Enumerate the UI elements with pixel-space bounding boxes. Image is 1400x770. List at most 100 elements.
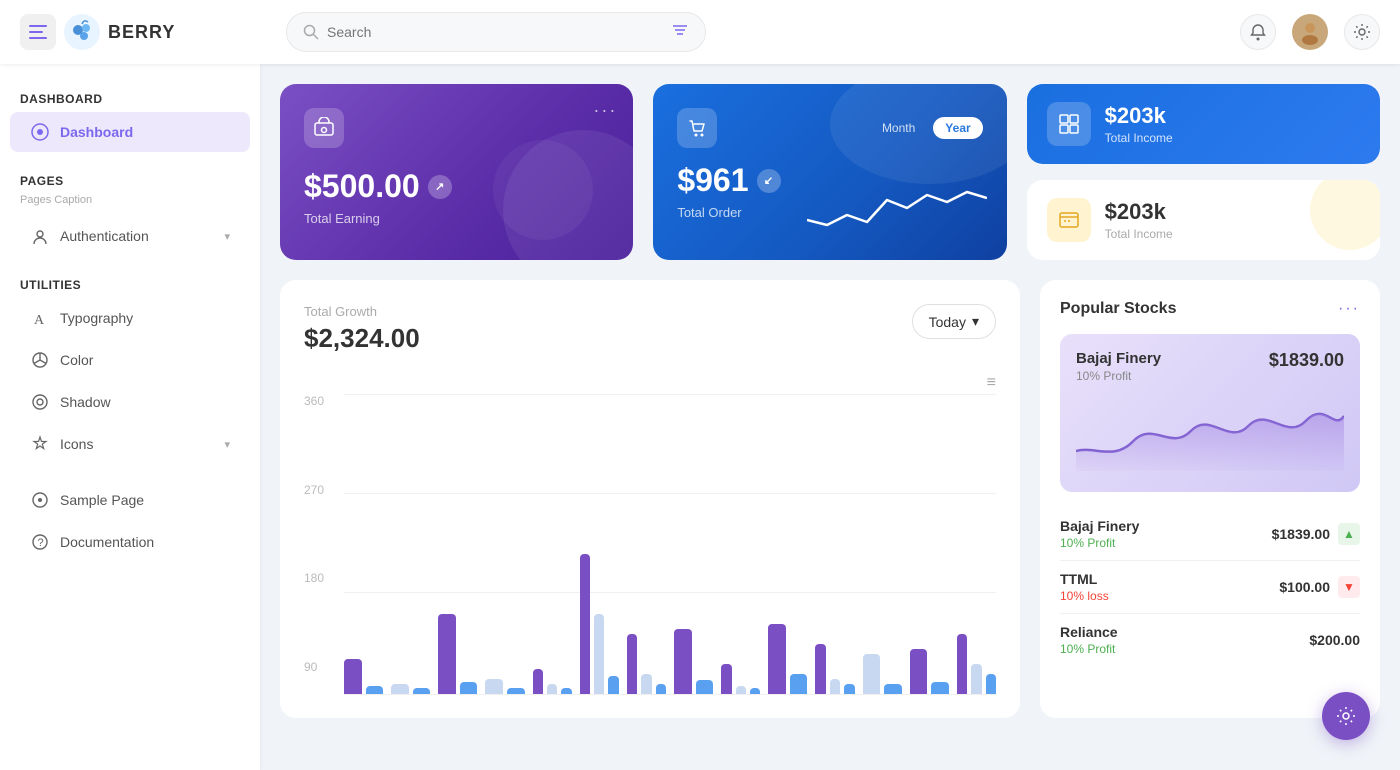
order-card-icon	[677, 108, 717, 148]
featured-stock-info: Bajaj Finery 10% Profit	[1076, 350, 1161, 383]
bar	[674, 629, 692, 694]
bar	[366, 686, 384, 694]
sidebar-item-authentication[interactable]: Authentication ▾	[10, 216, 250, 256]
bar	[736, 686, 746, 694]
logo-text: BERRY	[108, 22, 175, 43]
bar	[344, 659, 362, 694]
bar	[485, 679, 503, 694]
notification-bell[interactable]	[1240, 14, 1276, 50]
bottom-row: Total Growth $2,324.00 Today ▾ ≡ 360 270…	[280, 280, 1380, 718]
stocks-title: Popular Stocks	[1060, 300, 1176, 318]
bar	[391, 684, 409, 694]
y-axis-labels: 360 270 180 90	[304, 394, 334, 674]
stock-list-right: $1839.00 ▲	[1272, 523, 1360, 545]
sidebar: Dashboard Dashboard Pages Pages Caption …	[0, 64, 260, 770]
documentation-icon: ?	[30, 532, 50, 552]
sidebar-item-icons[interactable]: Icons ▾	[10, 424, 250, 464]
trend-up-badge: ▲	[1338, 523, 1360, 545]
sidebar-item-color[interactable]: Color	[10, 340, 250, 380]
stock-list-item: Reliance 10% Profit $200.00	[1060, 614, 1360, 666]
today-button[interactable]: Today ▾	[912, 304, 996, 339]
y-label-90: 90	[304, 660, 334, 674]
bar-group	[815, 644, 854, 694]
chart-menu-icon[interactable]: ≡	[987, 374, 996, 392]
main-content: ··· $500.00 ↗ Total Earning	[260, 64, 1400, 770]
stocks-more-icon[interactable]: ···	[1338, 300, 1360, 318]
year-tab[interactable]: Year	[933, 117, 982, 139]
authentication-icon	[30, 226, 50, 246]
stock-profit: 10% Profit	[1060, 536, 1139, 550]
menu-toggle[interactable]	[20, 14, 56, 50]
bar	[884, 684, 902, 694]
stock-item-info: Bajaj Finery 10% Profit	[1060, 518, 1139, 550]
featured-stock-price: $1839.00	[1269, 350, 1344, 371]
top-cards: ··· $500.00 ↗ Total Earning	[280, 84, 1380, 260]
sidebar-item-dashboard[interactable]: Dashboard	[10, 112, 250, 152]
income-top-label: Total Income	[1105, 131, 1173, 145]
bar	[957, 634, 967, 694]
sidebar-item-sample-page[interactable]: Sample Page	[10, 480, 250, 520]
settings-icon[interactable]	[1344, 14, 1380, 50]
chevron-down-icon: ▾	[972, 313, 979, 330]
bar	[863, 654, 881, 694]
sidebar-item-typography[interactable]: A Typography	[10, 298, 250, 338]
stock-list: Bajaj Finery 10% Profit $1839.00 ▲ TTML …	[1060, 508, 1360, 666]
order-mini-chart	[807, 180, 987, 240]
bar	[580, 554, 590, 694]
bar	[460, 682, 478, 694]
y-label-270: 270	[304, 483, 334, 497]
chart-bars	[344, 394, 996, 694]
total-income-bottom-card: $203k Total Income	[1027, 180, 1380, 260]
sidebar-item-documentation[interactable]: ? Documentation	[10, 522, 250, 562]
bar	[547, 684, 557, 694]
earning-card-more[interactable]: ···	[593, 100, 617, 121]
fab-button[interactable]	[1322, 692, 1370, 740]
bar	[438, 614, 456, 694]
bar	[696, 680, 714, 694]
featured-stock-card: Bajaj Finery 10% Profit $1839.00	[1060, 334, 1360, 492]
sidebar-item-shadow[interactable]: Shadow	[10, 382, 250, 422]
sidebar-pages-caption: Pages Caption	[0, 192, 260, 214]
stock-list-right: $200.00	[1309, 632, 1360, 648]
icons-chevron: ▾	[224, 438, 230, 451]
chart-area: ≡ 360 270 180 90	[304, 374, 996, 694]
search-bar	[286, 12, 706, 52]
logo-icon	[64, 14, 100, 50]
bar	[561, 688, 571, 694]
search-filter-icon[interactable]	[671, 21, 689, 44]
stock-list-right: $100.00 ▼	[1279, 576, 1360, 598]
bar	[815, 644, 825, 694]
bar	[768, 624, 786, 694]
search-input[interactable]	[327, 24, 663, 40]
bar	[986, 674, 996, 694]
dashboard-icon	[30, 122, 50, 142]
income-top-amount: $203k	[1105, 103, 1173, 129]
bar-group	[485, 679, 524, 694]
stock-profit: 10% loss	[1060, 589, 1109, 603]
featured-stock-name: Bajaj Finery	[1076, 350, 1161, 367]
bar	[594, 614, 604, 694]
featured-stock-header: Bajaj Finery 10% Profit $1839.00	[1076, 350, 1344, 383]
stock-list-item: Bajaj Finery 10% Profit $1839.00 ▲	[1060, 508, 1360, 561]
total-income-top-card: $203k Total Income	[1027, 84, 1380, 164]
layout: Dashboard Dashboard Pages Pages Caption …	[0, 64, 1400, 770]
bar-group	[721, 664, 760, 694]
month-tab[interactable]: Month	[870, 117, 927, 139]
bar	[844, 684, 854, 694]
stocks-header: Popular Stocks ···	[1060, 300, 1360, 318]
bar-group	[957, 634, 996, 694]
bar	[830, 679, 840, 694]
user-avatar[interactable]	[1292, 14, 1328, 50]
total-order-card: Month Year $961 ↙ Total Order	[653, 84, 1006, 260]
authentication-chevron: ▾	[224, 230, 230, 243]
logo-area: BERRY	[20, 14, 270, 50]
svg-text:A: A	[34, 313, 45, 327]
popular-stocks-card: Popular Stocks ··· Bajaj Finery 10% Prof…	[1040, 280, 1380, 718]
income-bottom-info: $203k Total Income	[1105, 199, 1173, 241]
header-right	[1240, 14, 1380, 50]
earning-trend-badge: ↗	[428, 175, 452, 199]
growth-chart-card: Total Growth $2,324.00 Today ▾ ≡ 360 270…	[280, 280, 1020, 718]
header: BERRY	[0, 0, 1400, 64]
order-trend-badge: ↙	[757, 169, 781, 193]
bar	[627, 634, 637, 694]
